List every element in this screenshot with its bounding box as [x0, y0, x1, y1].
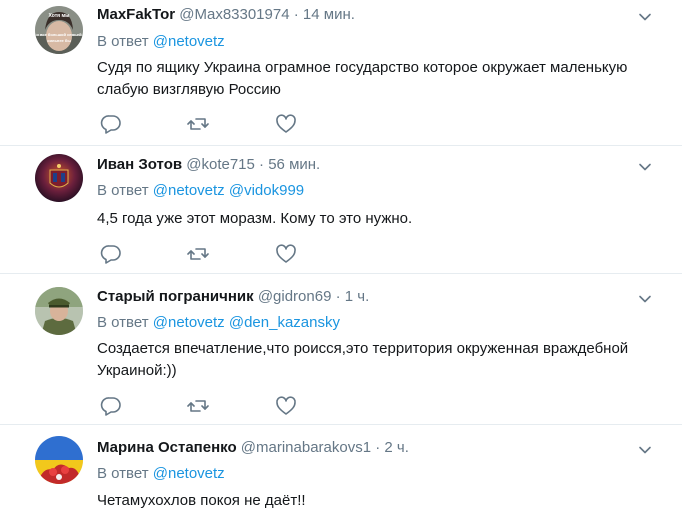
- reply-prefix: В ответ: [97, 33, 149, 50]
- separator: ·: [259, 156, 265, 173]
- mention-link[interactable]: @netovetz: [153, 314, 225, 331]
- author-handle[interactable]: @kote715: [186, 156, 255, 173]
- author-name[interactable]: Старый пограничник: [97, 288, 254, 305]
- timestamp[interactable]: 2 ч.: [384, 439, 409, 456]
- retweet-icon[interactable]: [187, 244, 209, 264]
- reply-thread: Хотя мы и все большой семьей сильнее бы …: [0, 0, 682, 520]
- reply-icon[interactable]: [100, 114, 122, 134]
- mention-link[interactable]: @den_kazansky: [229, 314, 340, 331]
- separator: ·: [375, 439, 381, 456]
- avatar[interactable]: [35, 436, 83, 484]
- author-handle[interactable]: @marinabarakovs1: [241, 439, 371, 456]
- author-name[interactable]: MaxFakTor: [97, 6, 175, 23]
- tweet-1[interactable]: Хотя мы и все большой семьей сильнее бы …: [0, 0, 682, 145]
- separator: ·: [293, 6, 299, 23]
- tweet-header: Иван Зотов @kote715 · 56 мин.: [97, 155, 320, 175]
- timestamp[interactable]: 1 ч.: [345, 288, 370, 305]
- author-name[interactable]: Иван Зотов: [97, 156, 182, 173]
- tweet-text: 4,5 года уже этот моразм. Кому то это ну…: [97, 210, 413, 227]
- chevron-down-icon[interactable]: [638, 10, 652, 24]
- avatar[interactable]: [35, 154, 83, 202]
- retweet-icon[interactable]: [187, 396, 209, 416]
- reply-context: В ответ @netovetz: [97, 32, 225, 52]
- reply-prefix: В ответ: [97, 182, 149, 199]
- reply-context: В ответ @netovetz @den_kazansky: [97, 313, 340, 333]
- tweet-text: Судя по ящику Украина огрaмное государст…: [97, 59, 628, 98]
- tweet-4[interactable]: Марина Остапенко @marinabarakovs1 · 2 ч.…: [0, 425, 682, 520]
- mention-link[interactable]: @netovetz: [153, 33, 225, 50]
- reply-prefix: В ответ: [97, 314, 149, 331]
- reply-prefix: В ответ: [97, 465, 149, 482]
- mention-link[interactable]: @netovetz: [153, 465, 225, 482]
- reply-context: В ответ @netovetz: [97, 464, 225, 484]
- reply-icon[interactable]: [100, 244, 122, 264]
- avatar-caption: сильнее бы: [47, 38, 71, 43]
- tweet-text: Четамухохлов покоя не даёт!!: [97, 492, 306, 509]
- timestamp[interactable]: 14 мин.: [303, 6, 355, 23]
- reply-icon[interactable]: [100, 396, 122, 416]
- like-icon[interactable]: [275, 114, 297, 134]
- tweet-header: MaxFakTor @Max83301974 · 14 мин.: [97, 5, 355, 25]
- tweet-3[interactable]: Старый пограничник @gidron69 · 1 ч. В от…: [0, 274, 682, 424]
- tweet-header: Старый пограничник @gidron69 · 1 ч.: [97, 287, 369, 307]
- avatar[interactable]: Хотя мы и все большой семьей сильнее бы: [35, 6, 83, 54]
- avatar-caption: и все большой семьей: [36, 32, 82, 37]
- author-handle[interactable]: @gidron69: [258, 288, 332, 305]
- like-icon[interactable]: [275, 396, 297, 416]
- tweet-2[interactable]: Иван Зотов @kote715 · 56 мин. В ответ @n…: [0, 146, 682, 273]
- like-icon[interactable]: [275, 244, 297, 264]
- separator: ·: [335, 288, 341, 305]
- mention-link[interactable]: @netovetz: [153, 182, 225, 199]
- retweet-icon[interactable]: [187, 114, 209, 134]
- chevron-down-icon[interactable]: [638, 292, 652, 306]
- chevron-down-icon[interactable]: [638, 443, 652, 457]
- chevron-down-icon[interactable]: [638, 160, 652, 174]
- author-name[interactable]: Марина Остапенко: [97, 439, 237, 456]
- avatar[interactable]: [35, 287, 83, 335]
- avatar-caption: Хотя мы: [49, 13, 70, 19]
- timestamp[interactable]: 56 мин.: [268, 156, 320, 173]
- author-handle[interactable]: @Max83301974: [179, 6, 289, 23]
- reply-context: В ответ @netovetz @vidok999: [97, 181, 304, 201]
- tweet-text: Создается впечатление,что роисся,это тер…: [97, 340, 629, 379]
- tweet-header: Марина Остапенко @marinabarakovs1 · 2 ч.: [97, 438, 409, 458]
- mention-link[interactable]: @vidok999: [229, 182, 304, 199]
